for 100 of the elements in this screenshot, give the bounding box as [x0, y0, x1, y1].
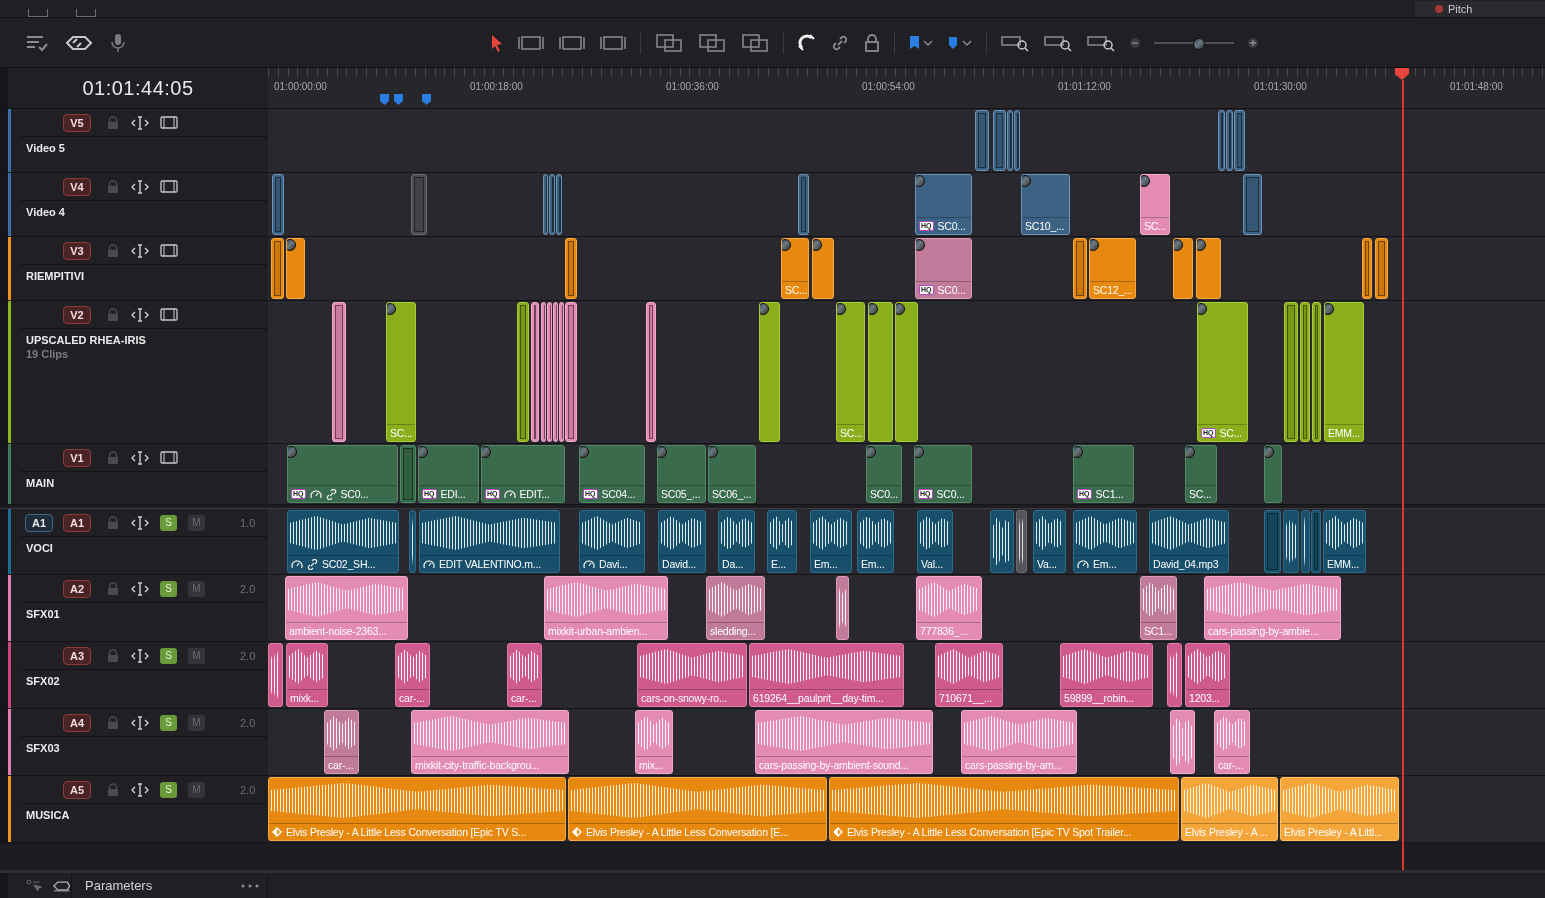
microphone-icon[interactable] [109, 32, 127, 53]
timeline-clip[interactable] [565, 302, 577, 442]
timeline-clip[interactable]: ambient-noise-2363... [285, 576, 408, 640]
timeline-clip[interactable]: 710671__... [935, 643, 1003, 707]
timeline-clip[interactable] [990, 510, 1014, 573]
solo-button[interactable]: S [160, 647, 177, 664]
timeline-clip[interactable] [1300, 302, 1310, 442]
solo-button[interactable]: S [160, 714, 177, 731]
overlay-frames-icon[interactable] [697, 32, 727, 53]
timeline-clip[interactable] [268, 643, 283, 707]
timeline-clip[interactable]: 619264__paulprit__day-tim... [749, 643, 904, 707]
timeline-clip[interactable] [543, 174, 548, 235]
track-destination-button[interactable]: V5 [63, 113, 91, 132]
timeline-clip[interactable] [1264, 445, 1282, 503]
zoom-view-icon[interactable] [1086, 33, 1116, 52]
timeline-clip[interactable]: car-... [507, 643, 542, 707]
zoom-in-icon[interactable] [1247, 36, 1259, 49]
more-options-icon[interactable] [241, 883, 259, 888]
timeline-clip[interactable] [409, 510, 416, 573]
timeline-clip[interactable] [1312, 302, 1321, 442]
lock-icon[interactable] [863, 32, 881, 53]
timeline-clip[interactable]: Em... [857, 510, 894, 573]
timeline-clip[interactable] [332, 302, 346, 442]
timeline-clip[interactable] [1375, 238, 1388, 299]
timeline-clip[interactable]: 59899__robin... [1060, 643, 1153, 707]
timeline-clip[interactable] [1264, 510, 1281, 573]
track-destination-button[interactable]: A5 [62, 780, 92, 799]
timeline-clip[interactable]: mixk... [286, 643, 328, 707]
timeline-clip[interactable]: Elvis Presley - A Little Less Conversation [Epic TV S... [268, 777, 566, 841]
timeline-clip[interactable] [1301, 510, 1310, 573]
timeline-clip[interactable] [836, 576, 849, 640]
timeline-clip[interactable] [1170, 710, 1195, 774]
track-destination-button[interactable]: A2 [62, 579, 92, 598]
timeline-clip[interactable]: SC06_... [708, 445, 756, 503]
timeline-clip[interactable]: Va... [1033, 510, 1066, 573]
timeline-clip[interactable] [1014, 110, 1020, 171]
timeline-clip[interactable] [993, 110, 1006, 171]
timeline-clip[interactable] [556, 174, 562, 235]
timeline-clip[interactable] [1226, 110, 1233, 171]
timeline-clip[interactable] [547, 302, 552, 442]
timeline-clip[interactable]: Elvis Presley - A Little Less Conversation [E... [568, 777, 827, 841]
timeline-clip[interactable]: SC1... [1140, 576, 1177, 640]
timeline-clip[interactable]: mixkit-city-traffic-backgrou... [411, 710, 569, 774]
timeline-clip[interactable] [1073, 238, 1087, 299]
timeline-clip[interactable] [400, 445, 416, 503]
solo-button[interactable]: S [160, 781, 177, 798]
auto-select-icon[interactable] [131, 243, 149, 258]
timeline-clip[interactable] [411, 174, 427, 235]
timeline-clip[interactable]: Em... [810, 510, 852, 573]
timeline-clip[interactable]: sledding... [706, 576, 765, 640]
timeline-clip[interactable] [272, 174, 284, 235]
timeline-clip[interactable]: SC12_... [1089, 238, 1136, 299]
timeline-clip[interactable]: David... [658, 510, 706, 573]
timeline-clip[interactable]: cars-on-snowy-ro... [637, 643, 747, 707]
auto-select-icon[interactable] [131, 450, 149, 465]
auto-select-icon[interactable] [131, 515, 149, 530]
timeline-clip[interactable]: SC... [781, 238, 809, 299]
track-destination-button[interactable]: V2 [63, 305, 91, 324]
timeline-clip[interactable]: EDIT VALENTINO.m... [419, 510, 560, 573]
auto-select-icon[interactable] [131, 715, 149, 730]
track-destination-button[interactable]: A4 [62, 713, 92, 732]
timeline-clip[interactable] [868, 302, 893, 442]
timeline-clip[interactable] [517, 302, 529, 442]
timeline-clip[interactable]: SC10_... [1021, 174, 1070, 235]
track-destination-button[interactable]: V4 [63, 177, 91, 196]
zoom-view-icon[interactable] [1043, 33, 1073, 52]
timeline-clip[interactable] [646, 302, 656, 442]
marker-icon[interactable] [422, 94, 431, 105]
timeline-clip[interactable]: mixkit-urban-ambien... [544, 576, 668, 640]
timeline-clip[interactable]: SC... [1140, 174, 1170, 235]
timeline-clip[interactable] [1362, 238, 1372, 299]
bracket-frame-icon[interactable] [599, 33, 627, 52]
auto-select-icon[interactable] [131, 179, 149, 194]
timeline-clip[interactable]: SC05_... [657, 445, 706, 503]
stacked-diamonds-icon[interactable] [51, 879, 71, 892]
timeline-clip[interactable] [1284, 302, 1298, 442]
overlay-frames-icon[interactable] [654, 32, 684, 53]
timeline-clip[interactable]: SC02_SH... [287, 510, 399, 573]
track-destination-button[interactable]: A1 [62, 513, 92, 532]
timeline-clip[interactable]: SC0... [866, 445, 902, 503]
timeline-clip[interactable]: Val... [917, 510, 953, 573]
timeline-clip[interactable]: Elvis Presley - A ... [1181, 777, 1278, 841]
timeline-clip[interactable]: Elvis Presley - A Littl... [1280, 777, 1399, 841]
auto-select-icon[interactable] [131, 648, 149, 663]
timeline-clip[interactable]: cars-passing-by-ambie... [1204, 576, 1341, 640]
timeline-clip[interactable]: 1203... [1185, 643, 1230, 707]
timeline-clip[interactable]: SC... [386, 302, 416, 442]
solo-button[interactable]: S [160, 514, 177, 531]
timeline-clip[interactable] [553, 302, 558, 442]
timeline-clip[interactable] [812, 238, 834, 299]
timeline-clip[interactable]: EMM... [1324, 302, 1364, 442]
timeline-clip[interactable]: mix... [635, 710, 673, 774]
timeline-clip[interactable] [1007, 110, 1013, 171]
flag-dropdown-icon[interactable] [908, 34, 934, 51]
timeline-clip[interactable] [1243, 174, 1262, 235]
timeline-clip[interactable] [286, 238, 305, 299]
timeline-clip[interactable] [1234, 110, 1245, 171]
auto-select-icon[interactable] [131, 782, 149, 797]
timeline-clip[interactable] [1218, 110, 1225, 171]
timeline-clip[interactable]: Em... [1073, 510, 1137, 573]
